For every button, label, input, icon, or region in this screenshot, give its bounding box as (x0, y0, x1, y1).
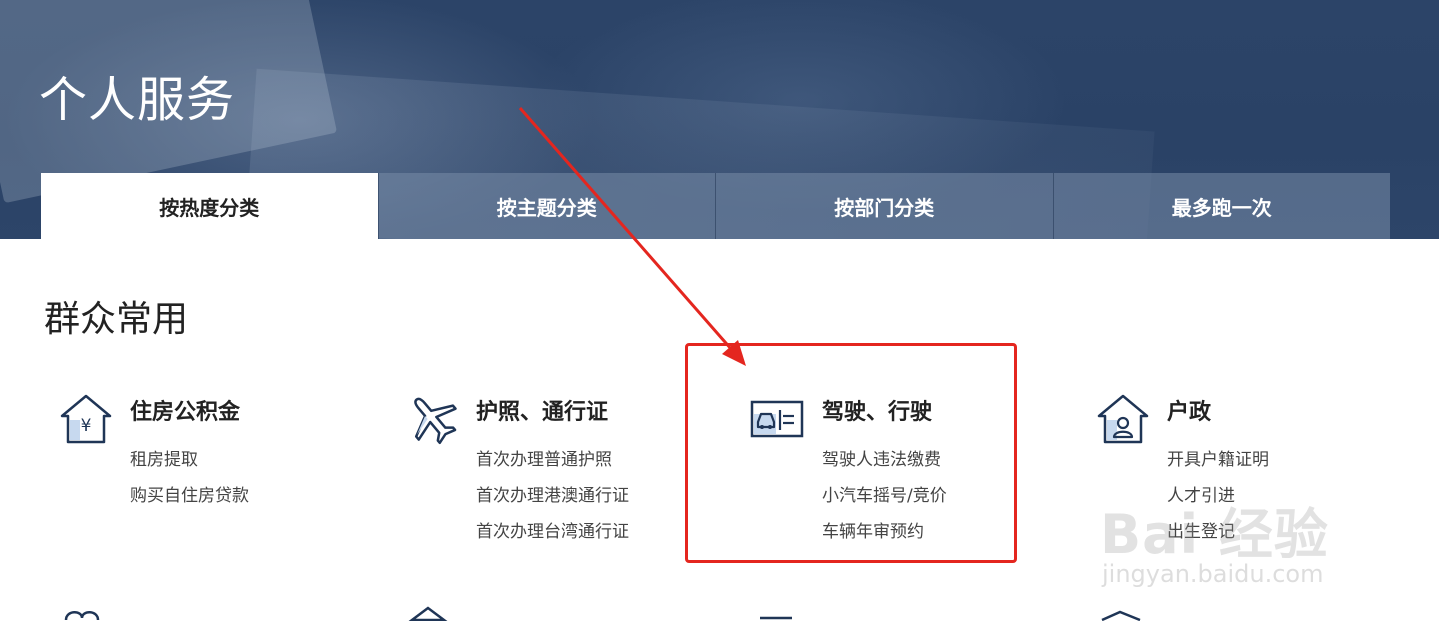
category-links: 开具户籍证明 人才引进 出生登记 (1167, 442, 1269, 550)
partial-category-icon (1100, 606, 1160, 621)
link-talent-introduction[interactable]: 人才引进 (1167, 478, 1269, 514)
link-taiwan-permit[interactable]: 首次办理台湾通行证 (476, 514, 629, 550)
airplane-icon (404, 390, 460, 446)
page-title: 个人服务 (39, 72, 236, 128)
link-birth-registration[interactable]: 出生登记 (1167, 514, 1269, 550)
partial-category-icon (756, 606, 816, 621)
driving-license-icon (750, 390, 806, 446)
category-title[interactable]: 护照、通行证 (476, 394, 608, 426)
partial-category-icon (408, 606, 468, 621)
tab-run-at-most-once[interactable]: 最多跑一次 (1052, 173, 1390, 239)
tab-by-popularity[interactable]: 按热度分类 (41, 173, 378, 239)
link-vehicle-inspection-booking[interactable]: 车辆年审预约 (822, 514, 947, 550)
section-title: 群众常用 (44, 299, 189, 340)
category-links: 首次办理普通护照 首次办理港澳通行证 首次办理台湾通行证 (476, 442, 629, 550)
house-yen-icon: ¥ (58, 390, 114, 446)
partial-category-icon (60, 606, 120, 621)
link-driver-violation-payment[interactable]: 驾驶人违法缴费 (822, 442, 947, 478)
link-home-loan[interactable]: 购买自住房贷款 (130, 478, 249, 514)
house-person-icon (1095, 390, 1151, 446)
link-household-certificate[interactable]: 开具户籍证明 (1167, 442, 1269, 478)
category-tabs: 按热度分类 按主题分类 按部门分类 最多跑一次 (41, 173, 1390, 239)
link-hk-macau-permit[interactable]: 首次办理港澳通行证 (476, 478, 629, 514)
category-links: 驾驶人违法缴费 小汽车摇号/竞价 车辆年审预约 (822, 442, 947, 550)
tab-by-topic[interactable]: 按主题分类 (377, 173, 715, 239)
category-links: 租房提取 购买自住房贷款 (130, 442, 249, 514)
category-title[interactable]: 户政 (1167, 394, 1211, 426)
tab-by-department[interactable]: 按部门分类 (715, 173, 1053, 239)
watermark-url: jingyan.baidu.com (1102, 560, 1324, 588)
link-rent-withdrawal[interactable]: 租房提取 (130, 442, 249, 478)
category-title[interactable]: 驾驶、行驶 (822, 394, 932, 426)
link-first-passport[interactable]: 首次办理普通护照 (476, 442, 629, 478)
svg-text:¥: ¥ (81, 416, 92, 436)
category-title[interactable]: 住房公积金 (130, 394, 240, 426)
link-car-lottery-bidding[interactable]: 小汽车摇号/竞价 (822, 478, 947, 514)
